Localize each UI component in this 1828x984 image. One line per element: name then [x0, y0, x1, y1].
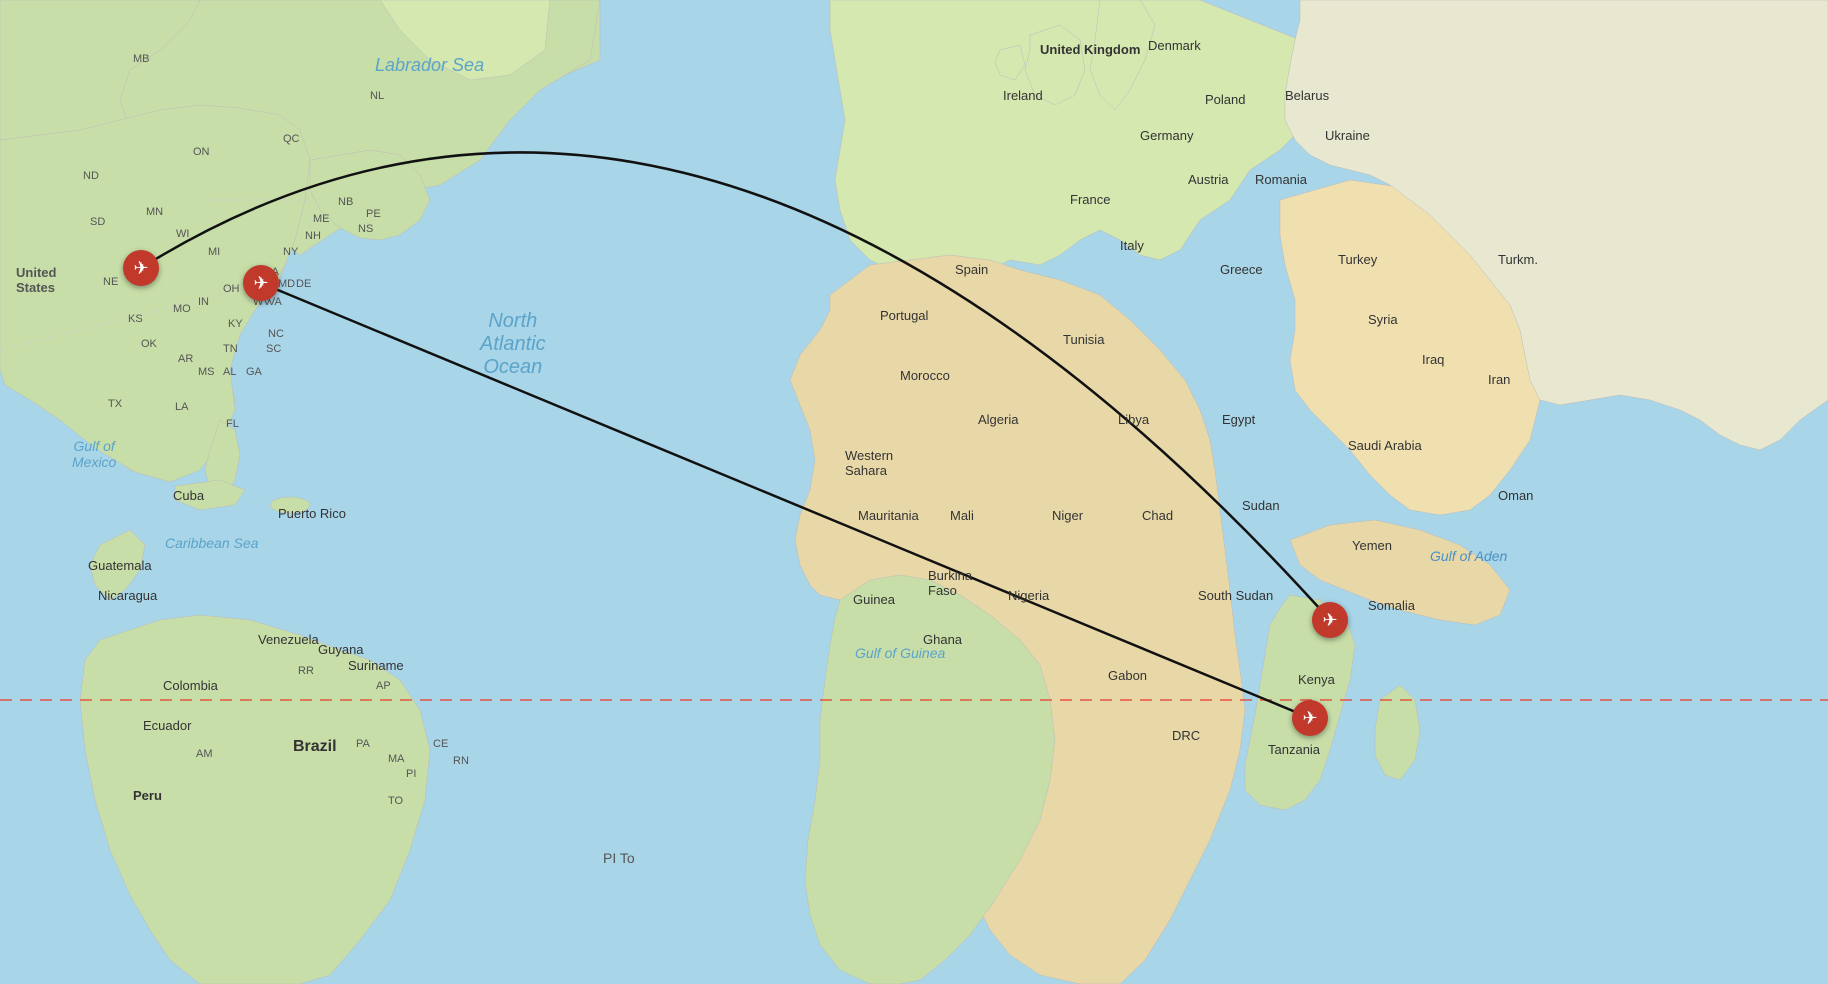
- airport-chicago[interactable]: [123, 250, 159, 286]
- airport-east-coast[interactable]: [243, 265, 279, 301]
- airport-east-africa-1[interactable]: [1312, 602, 1348, 638]
- airport-east-africa-2[interactable]: [1292, 700, 1328, 736]
- map-background: [0, 0, 1828, 984]
- map-container: Labrador Sea NorthAtlanticOcean Gulf ofM…: [0, 0, 1828, 984]
